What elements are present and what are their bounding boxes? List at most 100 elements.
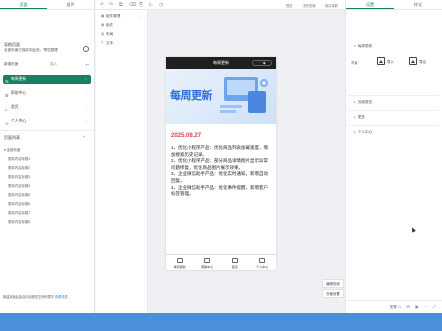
more-icon[interactable]: ⋮ <box>84 75 88 84</box>
divider <box>349 125 439 126</box>
save-draft-button[interactable]: 保存草稿 <box>325 3 338 8</box>
tree-item[interactable]: 更新内容标题2 <box>8 165 30 170</box>
tree-root-label: 全部页面 <box>6 148 21 152</box>
tree-root[interactable]: ▾ 全部页面 <box>4 147 20 152</box>
section-weekly-update[interactable]: ▾ 每周更新 <box>354 44 372 49</box>
tree-item[interactable]: 更新内容标题1 <box>8 156 30 161</box>
more-icon[interactable]: ⋮ <box>84 103 88 112</box>
home-icon: ⌂ <box>5 107 8 112</box>
app-window: 页面 组件 导航页面 全部页面已保存到此处，帮您整理 新增页面 插入 ↩ ☰ 每… <box>0 0 442 313</box>
right-footer: 配置 ▭ ⊞ ▣ ⋯ ⤢ <box>346 300 442 313</box>
phone-nav-bar: 每周更新 ··· ◉ <box>166 57 276 69</box>
tab-pages[interactable]: 页面 <box>0 0 47 9</box>
preview-button[interactable]: 预览 <box>286 3 292 8</box>
capsule-menu[interactable]: ··· ◉ <box>252 60 272 66</box>
section-label: 页面属性 <box>357 100 373 104</box>
footer-link[interactable]: 查看详情 <box>55 295 68 299</box>
play-icon[interactable]: ▷ <box>149 2 153 8</box>
export-label: 导出 <box>419 60 426 64</box>
decor-bar <box>220 110 236 113</box>
component-item[interactable]: ▤ 组件 <box>101 23 113 28</box>
left-footer: 新建页面后会自动出现在左侧列表中 查看详情 <box>3 294 68 299</box>
background-field-label: 背景 <box>351 61 358 65</box>
tab-components[interactable]: 组件 <box>47 0 94 9</box>
page-item-profile[interactable]: ☺ 个人中心 ⋮ <box>3 117 91 126</box>
taskbar-strip <box>0 313 442 331</box>
page-item-weekly-update[interactable]: ☰ 每周更新 ⋮ <box>3 75 91 84</box>
chevron-right-icon: ▸ <box>354 100 356 104</box>
add-icon[interactable]: + <box>83 135 85 139</box>
add-page-button[interactable]: 新增页面 <box>4 62 18 67</box>
phone-tab-label: 个人中心 <box>256 265 269 269</box>
tree-item[interactable]: 更新内容标题6 <box>8 201 30 206</box>
decor-bar <box>220 105 242 108</box>
delete-icon[interactable]: ⌫ <box>129 2 136 8</box>
home-icon <box>231 258 238 263</box>
component-item[interactable]: ▦ 组件管理 <box>101 14 120 19</box>
phone-tab-weekly[interactable]: 每周更新 <box>166 255 194 270</box>
tab-style[interactable]: 样式 <box>394 0 442 9</box>
clip-icon[interactable]: ⎘ <box>139 2 143 8</box>
help-icon <box>204 258 211 263</box>
close-icon[interactable]: ⋮ <box>139 14 143 19</box>
list-icon: ☰ <box>5 79 9 84</box>
chevron-right-icon: ▸ <box>354 130 356 134</box>
tree-item[interactable]: 更新内容标题3 <box>8 174 30 179</box>
page-settings-button[interactable]: 页面设置 <box>322 289 344 298</box>
right-panel: 设置 样式 ▾ 每周更新 背景 导入 导出 ▸ 页面属性 ▸ 更多 ▸ 个人中心 配置 … <box>345 0 442 313</box>
top-toolbar: ↶ ↷ ⧉ ⌫ ⎘ ▷ ◷ 预览 发布配置 保存草稿 <box>96 0 345 10</box>
section-label: 更多 <box>357 115 365 119</box>
page-item-label: 首页 <box>11 105 19 109</box>
component-item[interactable]: ▥ 布局 <box>101 32 113 37</box>
section-more[interactable]: ▸ 更多 <box>354 115 365 120</box>
phone-tab-profile[interactable]: 个人中心 <box>249 255 277 270</box>
more-icon[interactable]: ⋮ <box>84 117 88 126</box>
copy-icon[interactable]: ⧉ <box>119 2 123 8</box>
publish-config-button[interactable]: 发布配置 <box>303 3 316 8</box>
divider <box>349 110 439 111</box>
right-tabs: 设置 样式 <box>346 0 442 10</box>
user-icon: ☺ <box>5 121 10 126</box>
export-image-button[interactable]: 导出 <box>409 56 428 70</box>
update-date: 2025.08.27 <box>171 133 202 139</box>
left-panel: 页面 组件 导航页面 全部页面已保存到此处，帮您整理 新增页面 插入 ↩ ☰ 每… <box>0 0 95 313</box>
tab-settings[interactable]: 设置 <box>346 0 394 9</box>
phone-preview[interactable]: 每周更新 ··· ◉ 每周更新 2025.08.27 1、优化小程序产品：优化商… <box>166 57 276 270</box>
redo-icon[interactable]: ↷ <box>109 2 113 8</box>
phone-tab-help[interactable]: 帮助中心 <box>194 255 222 270</box>
divider <box>349 95 439 96</box>
page-item-home[interactable]: ⌂ 首页 ⋮ <box>3 103 91 112</box>
image-icon <box>377 57 385 65</box>
page-item-help-center[interactable]: ☰ 帮助中心 ⋮ <box>3 89 91 98</box>
more-icon[interactable]: ⋮ <box>84 89 88 98</box>
project-subtitle: 全部页面已保存到此处，帮您整理 <box>4 48 58 52</box>
import-image-button[interactable]: 导入 <box>377 56 396 70</box>
insert-button[interactable]: 插入 <box>50 62 57 67</box>
tree-item[interactable]: 更新内容标题4 <box>8 183 30 188</box>
component-column: ⋮ ▦ 组件管理 ▤ 组件 ▥ 布局 T 文本 <box>96 10 148 313</box>
user-icon <box>259 258 266 263</box>
tree-item[interactable]: 更新内容标题7 <box>8 210 30 215</box>
phone-tab-bar: 每周更新 帮助中心 首页 个人中心 <box>166 254 276 270</box>
edit-page-button[interactable]: 编辑页面 <box>322 279 344 288</box>
page-item-label: 每周更新 <box>11 77 27 81</box>
history-icon[interactable]: ◷ <box>159 2 163 8</box>
list-icon <box>176 258 183 263</box>
tree-title: 页面列表 <box>4 135 20 140</box>
component-label: 布局 <box>106 32 114 36</box>
edit-icon[interactable]: ↩ <box>86 62 89 67</box>
section-label: 个人中心 <box>357 130 373 134</box>
section-page-props[interactable]: ▸ 页面属性 <box>354 100 372 105</box>
undo-icon[interactable]: ↶ <box>100 2 104 8</box>
image-icon <box>409 57 417 65</box>
tree-item[interactable]: 更新内容标题5 <box>8 192 30 197</box>
section-profile[interactable]: ▸ 个人中心 <box>354 130 372 135</box>
left-tabs: 页面 组件 <box>0 0 94 10</box>
component-item[interactable]: T 文本 <box>101 41 113 46</box>
component-label: 文本 <box>106 41 114 45</box>
footer-toolbar-icons[interactable]: ▭ ⊞ ▣ ⋯ ⤢ <box>397 304 438 309</box>
footer-text: 新建页面后会自动出现在左侧列表中 <box>3 295 54 299</box>
gear-icon[interactable] <box>83 46 89 52</box>
tree-item[interactable]: 更新内容标题8 <box>8 219 30 224</box>
phone-tab-home[interactable]: 首页 <box>221 255 249 270</box>
